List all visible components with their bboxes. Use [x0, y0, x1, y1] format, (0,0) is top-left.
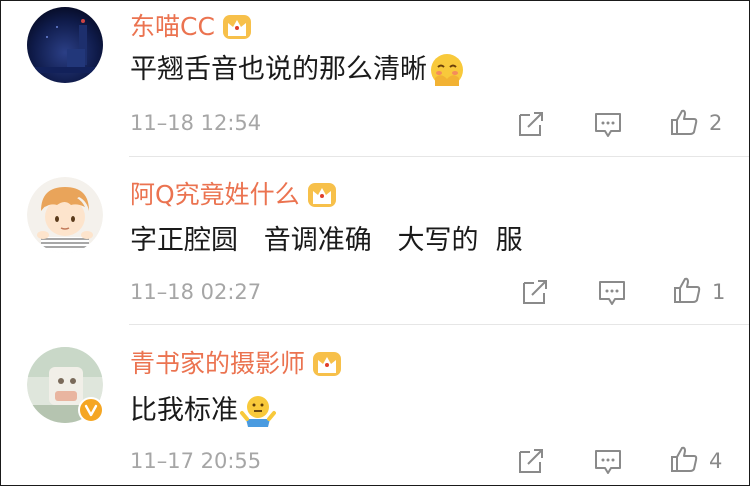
comment-list: 东喵CC 平翘舌音也说的那么清晰 11–18 12:54 2 阿Q究竟姓什么 字…	[0, 0, 750, 486]
username[interactable]: 青书家的摄影师	[130, 347, 305, 381]
like-count: 4	[709, 449, 723, 473]
comment-icon[interactable]	[593, 446, 623, 476]
comment-text: 比我标准	[130, 395, 238, 426]
shrug-emoji	[240, 396, 276, 427]
share-icon[interactable]	[516, 446, 546, 476]
thumbs-up-icon[interactable]	[669, 444, 699, 474]
timestamp: 11–17 20:55	[130, 449, 262, 473]
comment-item: 青书家的摄影师 比我标准 11–17 20:55 4	[1, 1, 749, 487]
crown-badge-icon	[313, 352, 342, 376]
verified-badge-icon	[78, 397, 104, 423]
